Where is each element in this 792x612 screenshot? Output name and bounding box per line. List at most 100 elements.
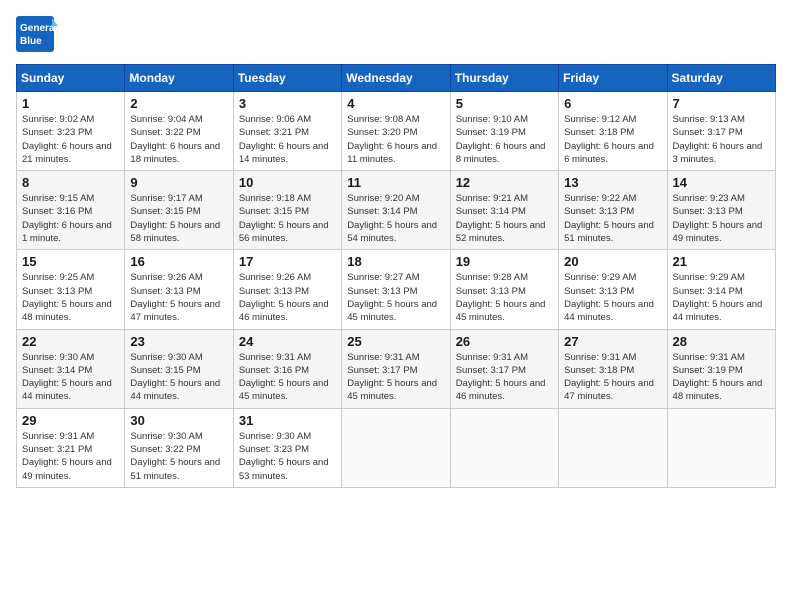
day-number: 20 <box>564 254 661 269</box>
day-number: 30 <box>130 413 227 428</box>
column-header-tuesday: Tuesday <box>233 65 341 92</box>
day-number: 14 <box>673 175 770 190</box>
day-number: 3 <box>239 96 336 111</box>
day-info: Sunrise: 9:20 AMSunset: 3:14 PMDaylight:… <box>347 192 444 245</box>
day-number: 21 <box>673 254 770 269</box>
calendar-cell: 30 Sunrise: 9:30 AMSunset: 3:22 PMDayligh… <box>125 408 233 487</box>
day-info: Sunrise: 9:21 AMSunset: 3:14 PMDaylight:… <box>456 192 553 245</box>
day-number: 18 <box>347 254 444 269</box>
day-info: Sunrise: 9:22 AMSunset: 3:13 PMDaylight:… <box>564 192 661 245</box>
calendar-cell <box>667 408 775 487</box>
day-number: 31 <box>239 413 336 428</box>
calendar-cell <box>559 408 667 487</box>
logo-icon: General Blue <box>16 16 58 52</box>
day-info: Sunrise: 9:29 AMSunset: 3:14 PMDaylight:… <box>673 271 770 324</box>
day-info: Sunrise: 9:30 AMSunset: 3:23 PMDaylight:… <box>239 430 336 483</box>
calendar-week-row: 8 Sunrise: 9:15 AMSunset: 3:16 PMDaylight… <box>17 171 776 250</box>
day-info: Sunrise: 9:29 AMSunset: 3:13 PMDaylight:… <box>564 271 661 324</box>
day-info: Sunrise: 9:31 AMSunset: 3:19 PMDaylight:… <box>673 351 770 404</box>
day-number: 8 <box>22 175 119 190</box>
calendar-cell: 7 Sunrise: 9:13 AMSunset: 3:17 PMDaylight… <box>667 92 775 171</box>
day-number: 28 <box>673 334 770 349</box>
calendar-cell: 27Sunrise: 9:31 AMSunset: 3:18 PMDayligh… <box>559 329 667 408</box>
day-info: Sunrise: 9:13 AMSunset: 3:17 PMDaylight:… <box>673 113 770 166</box>
calendar-cell: 24Sunrise: 9:31 AMSunset: 3:16 PMDayligh… <box>233 329 341 408</box>
day-info: Sunrise: 9:10 AMSunset: 3:19 PMDaylight:… <box>456 113 553 166</box>
day-number: 6 <box>564 96 661 111</box>
day-number: 5 <box>456 96 553 111</box>
day-number: 29 <box>22 413 119 428</box>
day-info: Sunrise: 9:08 AMSunset: 3:20 PMDaylight:… <box>347 113 444 166</box>
calendar-cell: 18 Sunrise: 9:27 AMSunset: 3:13 PMDayligh… <box>342 250 450 329</box>
calendar-week-row: 15 Sunrise: 9:25 AMSunset: 3:13 PMDayligh… <box>17 250 776 329</box>
calendar-cell: 15 Sunrise: 9:25 AMSunset: 3:13 PMDayligh… <box>17 250 125 329</box>
calendar-cell <box>450 408 558 487</box>
day-number: 12 <box>456 175 553 190</box>
calendar-cell: 3 Sunrise: 9:06 AMSunset: 3:21 PMDaylight… <box>233 92 341 171</box>
column-header-friday: Friday <box>559 65 667 92</box>
day-info: Sunrise: 9:18 AMSunset: 3:15 PMDaylight:… <box>239 192 336 245</box>
day-info: Sunrise: 9:27 AMSunset: 3:13 PMDaylight:… <box>347 271 444 324</box>
day-info: Sunrise: 9:23 AMSunset: 3:13 PMDaylight:… <box>673 192 770 245</box>
day-number: 15 <box>22 254 119 269</box>
day-number: 17 <box>239 254 336 269</box>
day-info: Sunrise: 9:31 AMSunset: 3:21 PMDaylight:… <box>22 430 119 483</box>
calendar-cell <box>342 408 450 487</box>
calendar-week-row: 29 Sunrise: 9:31 AMSunset: 3:21 PMDayligh… <box>17 408 776 487</box>
calendar-cell: 8 Sunrise: 9:15 AMSunset: 3:16 PMDaylight… <box>17 171 125 250</box>
calendar-cell: 25Sunrise: 9:31 AMSunset: 3:17 PMDayligh… <box>342 329 450 408</box>
calendar-cell: 2 Sunrise: 9:04 AMSunset: 3:22 PMDaylight… <box>125 92 233 171</box>
day-number: 1 <box>22 96 119 111</box>
calendar-cell: 21 Sunrise: 9:29 AMSunset: 3:14 PMDayligh… <box>667 250 775 329</box>
calendar-cell: 10 Sunrise: 9:18 AMSunset: 3:15 PMDayligh… <box>233 171 341 250</box>
day-info: Sunrise: 9:12 AMSunset: 3:18 PMDaylight:… <box>564 113 661 166</box>
calendar-cell: 31 Sunrise: 9:30 AMSunset: 3:23 PMDayligh… <box>233 408 341 487</box>
day-number: 23 <box>130 334 227 349</box>
calendar-cell: 5 Sunrise: 9:10 AMSunset: 3:19 PMDaylight… <box>450 92 558 171</box>
calendar-cell: 19Sunrise: 9:28 AMSunset: 3:13 PMDayligh… <box>450 250 558 329</box>
day-number: 10 <box>239 175 336 190</box>
calendar-cell: 16 Sunrise: 9:26 AMSunset: 3:13 PMDayligh… <box>125 250 233 329</box>
day-info: Sunrise: 9:31 AMSunset: 3:16 PMDaylight:… <box>239 351 336 404</box>
svg-text:Blue: Blue <box>20 36 42 47</box>
day-info: Sunrise: 9:26 AMSunset: 3:13 PMDaylight:… <box>130 271 227 324</box>
day-number: 22 <box>22 334 119 349</box>
day-info: Sunrise: 9:30 AMSunset: 3:14 PMDaylight:… <box>22 351 119 404</box>
day-info: Sunrise: 9:25 AMSunset: 3:13 PMDaylight:… <box>22 271 119 324</box>
calendar-cell: 9Sunrise: 9:17 AMSunset: 3:15 PMDaylight… <box>125 171 233 250</box>
column-header-monday: Monday <box>125 65 233 92</box>
day-info: Sunrise: 9:30 AMSunset: 3:15 PMDaylight:… <box>130 351 227 404</box>
calendar-table: SundayMondayTuesdayWednesdayThursdayFrid… <box>16 64 776 488</box>
day-number: 27 <box>564 334 661 349</box>
day-info: Sunrise: 9:30 AMSunset: 3:22 PMDaylight:… <box>130 430 227 483</box>
day-info: Sunrise: 9:31 AMSunset: 3:17 PMDaylight:… <box>347 351 444 404</box>
calendar-cell: 11 Sunrise: 9:20 AMSunset: 3:14 PMDayligh… <box>342 171 450 250</box>
calendar-cell: 17Sunrise: 9:26 AMSunset: 3:13 PMDayligh… <box>233 250 341 329</box>
column-header-saturday: Saturday <box>667 65 775 92</box>
column-header-thursday: Thursday <box>450 65 558 92</box>
calendar-cell: 14 Sunrise: 9:23 AMSunset: 3:13 PMDayligh… <box>667 171 775 250</box>
day-info: Sunrise: 9:04 AMSunset: 3:22 PMDaylight:… <box>130 113 227 166</box>
day-info: Sunrise: 9:31 AMSunset: 3:17 PMDaylight:… <box>456 351 553 404</box>
calendar-cell: 6 Sunrise: 9:12 AMSunset: 3:18 PMDaylight… <box>559 92 667 171</box>
day-number: 11 <box>347 175 444 190</box>
day-number: 13 <box>564 175 661 190</box>
page-header: General Blue <box>16 16 776 52</box>
calendar-week-row: 22 Sunrise: 9:30 AMSunset: 3:14 PMDayligh… <box>17 329 776 408</box>
calendar-week-row: 1 Sunrise: 9:02 AMSunset: 3:23 PMDaylight… <box>17 92 776 171</box>
day-number: 9 <box>130 175 227 190</box>
day-info: Sunrise: 9:15 AMSunset: 3:16 PMDaylight:… <box>22 192 119 245</box>
day-number: 2 <box>130 96 227 111</box>
day-number: 7 <box>673 96 770 111</box>
column-header-wednesday: Wednesday <box>342 65 450 92</box>
calendar-cell: 12 Sunrise: 9:21 AMSunset: 3:14 PMDayligh… <box>450 171 558 250</box>
day-number: 16 <box>130 254 227 269</box>
calendar-header-row: SundayMondayTuesdayWednesdayThursdayFrid… <box>17 65 776 92</box>
calendar-cell: 20 Sunrise: 9:29 AMSunset: 3:13 PMDayligh… <box>559 250 667 329</box>
calendar-cell: 28 Sunrise: 9:31 AMSunset: 3:19 PMDayligh… <box>667 329 775 408</box>
day-info: Sunrise: 9:06 AMSunset: 3:21 PMDaylight:… <box>239 113 336 166</box>
day-info: Sunrise: 9:02 AMSunset: 3:23 PMDaylight:… <box>22 113 119 166</box>
calendar-cell: 26Sunrise: 9:31 AMSunset: 3:17 PMDayligh… <box>450 329 558 408</box>
column-header-sunday: Sunday <box>17 65 125 92</box>
calendar-cell: 29 Sunrise: 9:31 AMSunset: 3:21 PMDayligh… <box>17 408 125 487</box>
